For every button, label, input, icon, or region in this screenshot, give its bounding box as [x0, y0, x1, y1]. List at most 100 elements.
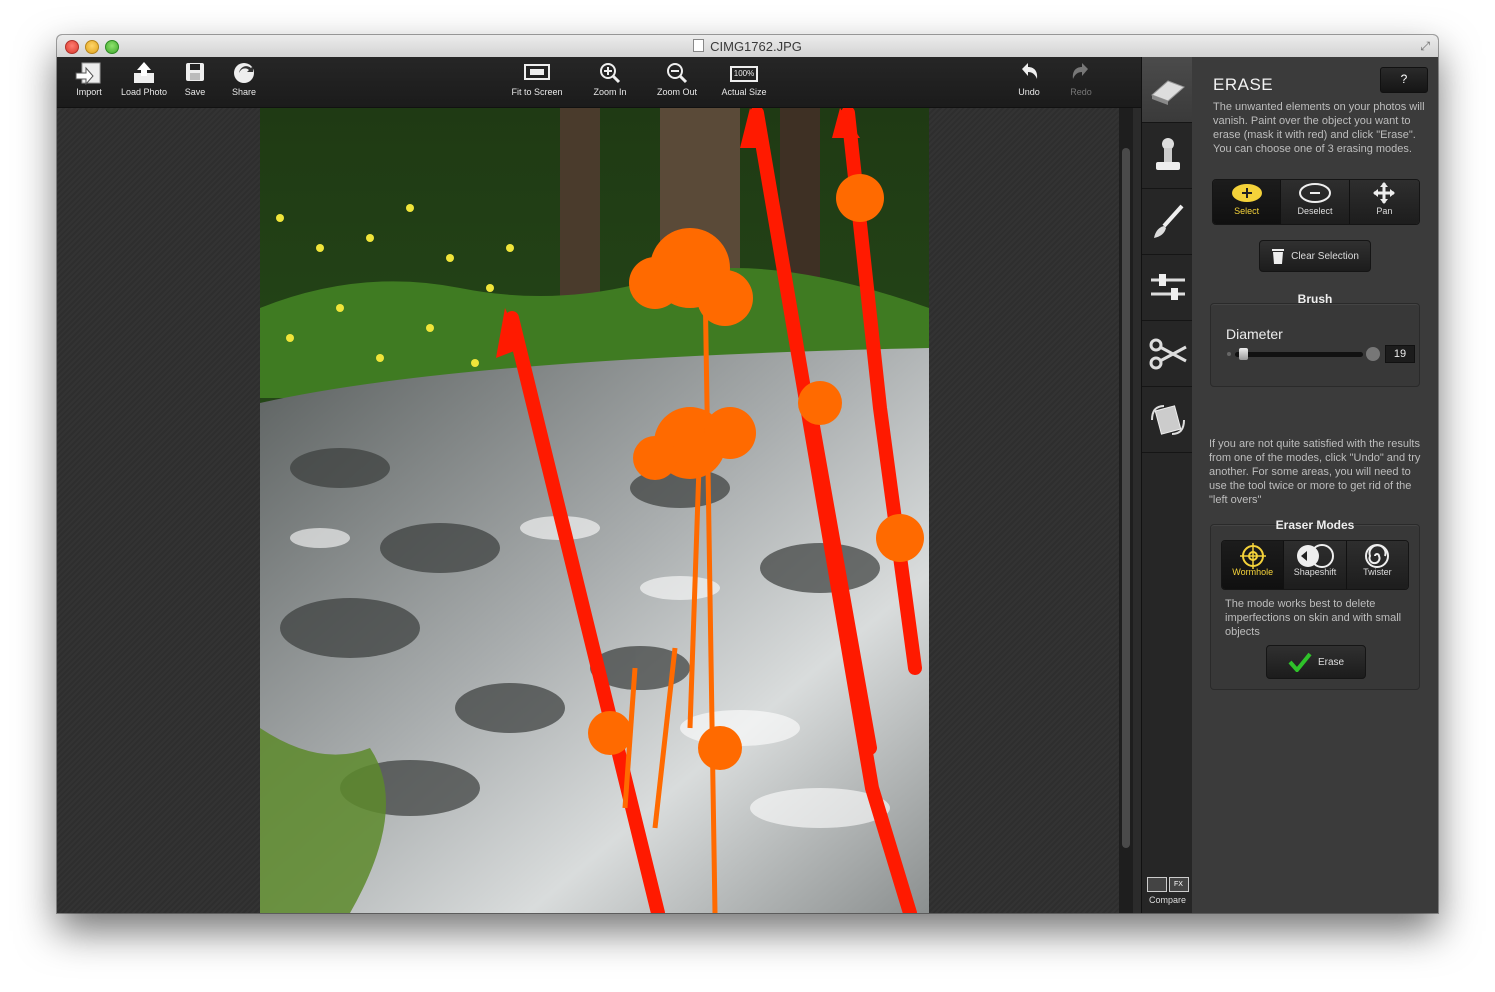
save-icon [181, 61, 209, 87]
select-icon [1213, 182, 1280, 206]
image-canvas-area[interactable] [57, 108, 1119, 913]
save-button[interactable]: Save [181, 61, 209, 97]
panel-description: The unwanted elements on your photos wil… [1213, 101, 1425, 155]
compare-original-box [1146, 877, 1167, 892]
rotate-icon [1150, 404, 1185, 435]
deselect-mode-button[interactable]: Deselect [1281, 180, 1350, 224]
wormhole-icon [1222, 543, 1283, 569]
diameter-label: Diameter [1226, 326, 1283, 342]
actual-size-button[interactable]: 100% Actual Size [717, 61, 771, 97]
selection-mode-group: Select Deselect Pan [1212, 179, 1420, 225]
rotate-tool[interactable] [1142, 387, 1193, 453]
brush-icon [1153, 204, 1183, 238]
erase-tool[interactable] [1142, 57, 1193, 123]
zoom-in-button[interactable]: Zoom In [589, 61, 631, 97]
compare-button[interactable]: FX Compare [1142, 877, 1193, 905]
vertical-scrollbar[interactable] [1119, 108, 1133, 913]
brush-group: Brush Diameter 19 [1210, 292, 1420, 387]
diameter-slider[interactable] [1235, 352, 1363, 357]
document-icon [693, 39, 705, 52]
adjust-tool[interactable] [1142, 255, 1193, 321]
select-mode-label: Select [1234, 206, 1260, 216]
diameter-value[interactable]: 19 [1385, 345, 1415, 363]
fit-to-screen-label: Fit to Screen [511, 87, 563, 97]
tip-text: If you are not quite satisfied with the … [1209, 438, 1421, 506]
mode-description: The mode works best to delete imperfecti… [1225, 598, 1402, 638]
undo-label: Undo [1018, 87, 1040, 97]
import-icon [71, 61, 107, 87]
import-label: Import [76, 87, 102, 97]
load-photo-icon [117, 61, 171, 87]
eraser-mode-selector: Wormhole Shapeshift Twister [1221, 540, 1409, 590]
wormhole-mode-button[interactable]: Wormhole [1222, 541, 1285, 589]
undo-icon [1015, 61, 1043, 87]
twister-icon [1347, 543, 1408, 568]
diameter-slider-knob[interactable] [1238, 348, 1248, 360]
stamp-tool[interactable] [1142, 123, 1193, 189]
undo-button[interactable]: Undo [1015, 61, 1043, 97]
pan-mode-label: Pan [1376, 206, 1393, 216]
zoom-out-label: Zoom Out [656, 87, 697, 97]
brush-group-title: Brush [1297, 292, 1333, 306]
scissors-icon [1149, 338, 1187, 369]
brush-tool[interactable] [1142, 189, 1193, 255]
deselect-mode-label: Deselect [1297, 206, 1333, 216]
tool-strip: FX Compare [1141, 57, 1193, 913]
eraser-modes-title: Eraser Modes [1275, 518, 1355, 532]
erase-button[interactable]: Erase [1266, 645, 1366, 679]
clear-selection-label: Clear Selection [1291, 250, 1359, 262]
actual-size-label: Actual Size [721, 87, 767, 97]
redo-button[interactable]: Redo [1067, 61, 1095, 97]
trash-icon [1272, 249, 1285, 264]
shapeshift-mode-button[interactable]: Shapeshift [1284, 541, 1347, 589]
share-label: Share [231, 87, 257, 97]
clear-selection-button[interactable]: Clear Selection [1259, 240, 1371, 272]
shapeshift-mode-label: Shapeshift [1293, 567, 1337, 577]
import-button[interactable]: Import [71, 61, 107, 97]
erase-panel: ERASE ? The unwanted elements on your ph… [1192, 57, 1438, 913]
zoom-out-icon [653, 61, 701, 87]
sliders-icon [1150, 273, 1185, 300]
wormhole-mode-label: Wormhole [1232, 567, 1274, 577]
pan-mode-button[interactable]: Pan [1349, 180, 1419, 224]
checkmark-icon [1288, 652, 1312, 672]
photo-canvas[interactable] [260, 108, 929, 913]
photo-image [260, 108, 929, 913]
actual-size-icon: 100% [717, 61, 771, 87]
zoom-out-button[interactable]: Zoom Out [653, 61, 701, 97]
compare-label: Compare [1148, 895, 1186, 905]
help-button[interactable]: ? [1380, 67, 1428, 93]
shapeshift-icon [1284, 543, 1345, 568]
eraser-icon [1150, 79, 1185, 105]
twister-mode-label: Twister [1363, 567, 1392, 577]
select-mode-button[interactable]: Select [1213, 180, 1282, 224]
fit-to-screen-button[interactable]: Fit to Screen [504, 61, 570, 97]
fit-to-screen-icon [504, 61, 570, 87]
load-photo-button[interactable]: Load Photo [117, 61, 171, 97]
share-icon [227, 61, 261, 87]
share-button[interactable]: Share [227, 61, 261, 97]
small-brush-icon [1227, 352, 1231, 356]
zoom-in-icon [589, 61, 631, 87]
large-brush-icon [1366, 347, 1380, 361]
window-title-text: CIMG1762.JPG [710, 39, 802, 54]
redo-label: Redo [1070, 87, 1092, 97]
compare-icon: FX [1142, 877, 1193, 892]
actual-size-icon-text: 100% [729, 66, 759, 82]
erase-button-label: Erase [1317, 656, 1345, 668]
load-photo-label: Load Photo [120, 87, 168, 97]
pan-icon [1350, 182, 1419, 206]
scrollbar-thumb[interactable] [1122, 148, 1130, 848]
window-title: CIMG1762.JPG [57, 39, 1438, 54]
deselect-icon [1281, 182, 1348, 206]
help-icon: ? [1400, 72, 1408, 86]
twister-mode-button[interactable]: Twister [1346, 541, 1408, 589]
crop-tool[interactable] [1142, 321, 1193, 387]
title-bar: CIMG1762.JPG ⤢ [57, 35, 1438, 58]
save-label: Save [184, 87, 206, 97]
app-window: CIMG1762.JPG ⤢ Import Load Photo Save Sh… [57, 35, 1438, 913]
fullscreen-icon[interactable]: ⤢ [1420, 39, 1430, 54]
stamp-icon [1155, 137, 1180, 170]
compare-fx-box: FX [1168, 877, 1189, 892]
panel-title: ERASE [1213, 75, 1274, 94]
